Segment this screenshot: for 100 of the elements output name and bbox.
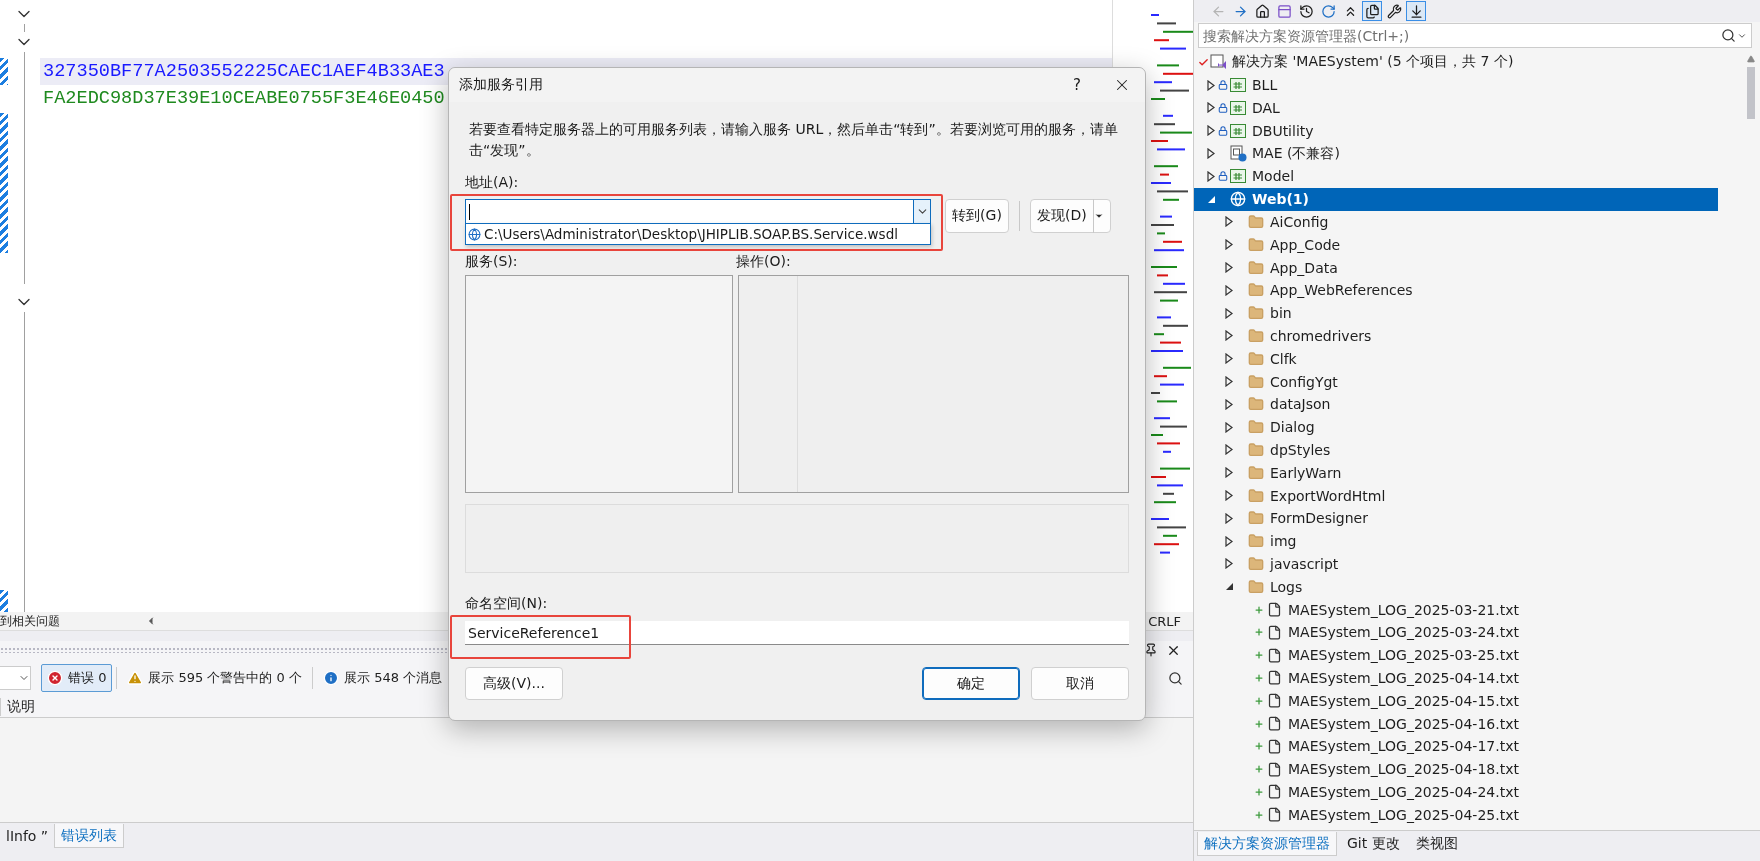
info-icon: [323, 670, 340, 686]
project-icon: [1230, 123, 1246, 138]
tree-item[interactable]: Dialog: [1194, 415, 1718, 439]
expand-arrow-icon[interactable]: [1225, 535, 1233, 547]
expand-arrow-icon[interactable]: [1225, 262, 1233, 274]
toolbar-button[interactable]: [1406, 1, 1426, 21]
address-field[interactable]: [465, 199, 931, 224]
expand-arrow-icon[interactable]: [1225, 444, 1233, 456]
filter-button[interactable]: 错误 0: [41, 664, 113, 692]
tree-item[interactable]: javascript: [1194, 552, 1718, 576]
expand-arrow-icon[interactable]: [1225, 239, 1233, 251]
panel-tab[interactable]: 解决方案资源管理器: [1197, 832, 1337, 856]
tree-item[interactable]: Model: [1194, 165, 1718, 188]
expand-arrow-icon[interactable]: [1207, 170, 1215, 182]
tree-item[interactable]: ExportWordHtml: [1194, 484, 1718, 507]
expand-arrow-icon[interactable]: [1207, 102, 1215, 114]
expand-arrow-icon[interactable]: [1207, 79, 1215, 91]
dialog-button[interactable]: 高级(V)...: [465, 667, 563, 700]
tree-item[interactable]: App_Data: [1194, 256, 1718, 279]
suggestion-item[interactable]: C:\Users\Administrator\Desktop\JHIPLIB.SOAP.BS.Service.wsdl: [466, 224, 930, 244]
search-icon[interactable]: [1168, 670, 1183, 686]
tree-item[interactable]: MAESystem_LOG_2025-03-25.txt: [1194, 643, 1718, 667]
collapse-arrow-icon[interactable]: [1224, 582, 1234, 592]
file-icon: [1266, 693, 1282, 709]
panel-tab[interactable]: 类视图: [1409, 832, 1464, 856]
tree-item[interactable]: MAESystem_LOG_2025-03-21.txt: [1194, 598, 1718, 621]
tree-item[interactable]: img: [1194, 529, 1718, 553]
folder-icon: [1248, 373, 1264, 390]
panel-tab[interactable]: 错误列表: [54, 824, 125, 848]
tree-item[interactable]: MAESystem_LOG_2025-04-24.txt: [1194, 780, 1718, 804]
tree-item[interactable]: App_WebReferences: [1194, 278, 1718, 302]
column-header[interactable]: 说明: [0, 698, 35, 716]
dialog-button[interactable]: 确定: [922, 667, 1020, 700]
expand-arrow-icon[interactable]: [1207, 125, 1215, 137]
warning-icon: [127, 670, 144, 686]
scrollbar-thumb[interactable]: [1747, 67, 1755, 119]
namespace-field[interactable]: ServiceReference1: [465, 621, 1129, 645]
tree-item[interactable]: ConfigYgt: [1194, 370, 1718, 393]
panel-tab[interactable]: lInfo ”: [0, 824, 55, 848]
folder-icon: [1248, 259, 1264, 276]
expand-arrow-icon[interactable]: [1225, 376, 1233, 388]
expand-arrow-icon[interactable]: [1225, 558, 1233, 570]
expand-arrow-icon[interactable]: [1225, 330, 1233, 342]
tree-item[interactable]: Logs: [1194, 575, 1718, 599]
tree-item[interactable]: DBUtility: [1194, 119, 1718, 143]
tree-item[interactable]: AiConfig: [1194, 210, 1718, 234]
tree-item[interactable]: Clfk: [1194, 347, 1718, 371]
field-label: 地址(A):: [465, 174, 520, 192]
tree-item[interactable]: MAESystem_LOG_2025-03-24.txt: [1194, 620, 1718, 644]
tree-item[interactable]: bin: [1194, 301, 1718, 325]
field-label: 命名空间(N):: [465, 595, 549, 613]
tree-item[interactable]: dataJson: [1194, 392, 1718, 416]
tree-item[interactable]: BLL: [1194, 73, 1718, 97]
panel-tab[interactable]: Git 更改: [1341, 832, 1406, 856]
expand-arrow-icon[interactable]: [1207, 148, 1215, 160]
expand-arrow-icon[interactable]: [1225, 398, 1233, 410]
expand-arrow-icon[interactable]: [1225, 284, 1233, 296]
tree-item[interactable]: App_Code: [1194, 233, 1718, 257]
field-label: 服务(S):: [465, 253, 519, 271]
plus-icon: [1254, 718, 1264, 729]
tree-item[interactable]: dpStyles: [1194, 438, 1718, 462]
pin-icon[interactable]: [1144, 643, 1158, 657]
tree-item[interactable]: DAL: [1194, 96, 1718, 120]
plus-icon: [1254, 672, 1264, 683]
file-icon: [1266, 602, 1282, 617]
dialog-button[interactable]: 取消: [1031, 667, 1129, 700]
tree-item[interactable]: chromedrivers: [1194, 324, 1718, 348]
tree-item[interactable]: MAESystem_LOG_2025-04-17.txt: [1194, 734, 1718, 758]
expand-arrow-icon[interactable]: [1225, 467, 1233, 479]
expand-arrow-icon[interactable]: [1225, 421, 1233, 433]
dropdown-arrow-icon: [1093, 211, 1104, 221]
go-button[interactable]: 转到(G): [945, 199, 1009, 233]
discover-button[interactable]: 发现(D): [1030, 199, 1111, 233]
folder-icon: [1248, 305, 1264, 322]
tree-item[interactable]: MAESystem_LOG_2025-04-18.txt: [1194, 757, 1718, 781]
expand-arrow-icon[interactable]: [1225, 512, 1233, 524]
tree-item[interactable]: MAESystem_LOG_2025-04-15.txt: [1194, 689, 1718, 713]
tree-item[interactable]: EarlyWarn: [1194, 461, 1718, 485]
filter-button[interactable]: 展示 548 个消息: [317, 664, 449, 692]
tree-item[interactable]: Web(1): [1194, 187, 1718, 211]
filter-button[interactable]: 展示 595 个警告中的 0 个: [121, 664, 309, 692]
expand-arrow-icon[interactable]: [1225, 490, 1233, 502]
tree-item[interactable]: MAE (不兼容): [1194, 142, 1718, 165]
toolbar-button[interactable]: [1362, 1, 1382, 21]
tree-item[interactable]: MAESystem_LOG_2025-04-25.txt: [1194, 803, 1718, 827]
expand-arrow-icon[interactable]: [1225, 307, 1233, 319]
scroll-up-icon[interactable]: [1747, 55, 1755, 63]
tree-item[interactable]: MAESystem_LOG_2025-04-14.txt: [1194, 666, 1718, 690]
collapse-arrow-icon[interactable]: [1206, 194, 1216, 204]
status-text: 到相关问题: [0, 612, 60, 630]
tree-item[interactable]: MAESystem_LOG_2025-04-16.txt: [1194, 712, 1718, 735]
lock-icon: [1218, 103, 1228, 113]
search-field[interactable]: 搜索解决方案资源管理器(Ctrl+;): [1198, 23, 1752, 48]
tree-item[interactable]: FormDesigner: [1194, 506, 1718, 530]
expand-arrow-icon[interactable]: [1225, 353, 1233, 365]
project-icon: [1230, 101, 1246, 115]
folder-icon: [1248, 327, 1264, 344]
line-ending-label[interactable]: CRLF: [1148, 613, 1181, 629]
tree-item[interactable]: 解决方案 'MAESystem' (5 个项目，共 7 个): [1194, 51, 1718, 74]
expand-arrow-icon[interactable]: [1225, 216, 1233, 228]
